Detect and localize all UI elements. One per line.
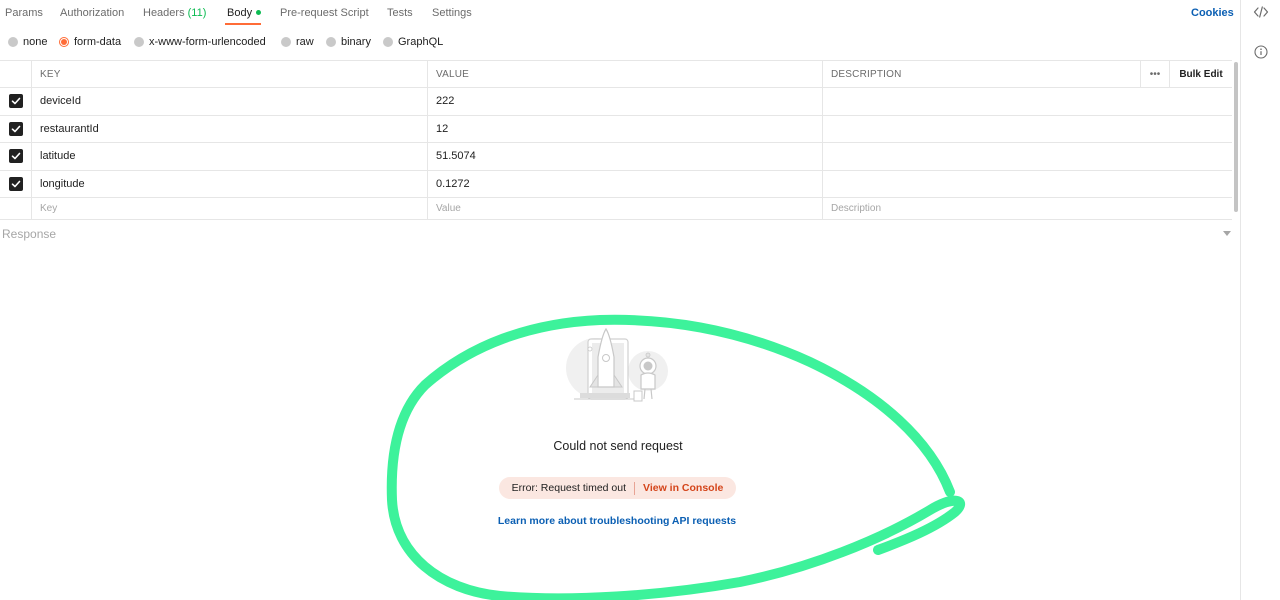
view-in-console-link[interactable]: View in Console [643, 482, 723, 494]
pill-divider [634, 481, 636, 495]
column-header-value: VALUE [428, 61, 823, 87]
radio-binary[interactable]: binary [326, 36, 371, 48]
check-icon [11, 97, 20, 105]
code-icon[interactable] [1253, 4, 1269, 20]
radio-none[interactable]: none [8, 36, 47, 48]
value-cell[interactable]: 12 [428, 115, 823, 142]
key-cell[interactable]: longitude [32, 170, 428, 197]
row-check-cell [0, 88, 32, 115]
learn-more-link[interactable]: Learn more about troubleshooting API req… [0, 515, 1234, 527]
key-cell[interactable]: restaurantId [32, 115, 428, 142]
column-header-key: KEY [32, 61, 428, 87]
form-data-table: KEY VALUE DESCRIPTION ••• Bulk Edit devi… [0, 60, 1232, 220]
modified-dot-icon [256, 9, 262, 15]
radio-icon [8, 37, 18, 47]
error-title: Could not send request [553, 439, 683, 453]
info-icon[interactable] [1253, 44, 1269, 60]
radio-form-data[interactable]: form-data [59, 36, 121, 48]
tab-tests[interactable]: Tests [387, 7, 413, 19]
radio-icon [383, 37, 393, 47]
tab-authorization[interactable]: Authorization [60, 7, 124, 19]
description-cell[interactable] [823, 88, 1232, 115]
rocket-astronaut-illustration [566, 327, 668, 402]
error-text: Error: Request timed out [511, 482, 627, 494]
response-header[interactable]: Response [0, 222, 1240, 246]
value-cell[interactable]: 222 [428, 88, 823, 115]
tab-headers-count: (11) [187, 7, 207, 19]
table-row: restaurantId 12 [0, 115, 1232, 143]
radio-urlencoded-label: x-www-form-urlencoded [149, 36, 266, 48]
check-icon [11, 180, 20, 188]
tab-params[interactable]: Params [5, 7, 43, 19]
new-row: Key Value Description [0, 198, 1232, 220]
value-placeholder[interactable]: Value [428, 198, 823, 219]
radio-icon [326, 37, 336, 47]
radio-none-label: none [23, 36, 48, 48]
radio-icon [134, 37, 144, 47]
cookies-link[interactable]: Cookies [1191, 7, 1234, 19]
error-message-pill: Error: Request timed out View in Console [499, 477, 736, 499]
description-cell[interactable] [823, 116, 1232, 143]
body-type-selector: none form-data x-www-form-urlencoded raw… [0, 36, 1240, 52]
check-icon [11, 152, 20, 160]
bulk-edit-button[interactable]: Bulk Edit [1170, 61, 1232, 87]
table-row: latitude 51.5074 [0, 143, 1232, 171]
radio-binary-label: binary [341, 36, 371, 48]
row-check-cell [0, 115, 32, 142]
check-icon [11, 125, 20, 133]
radio-graphql[interactable]: GraphQL [383, 36, 443, 48]
right-sidebar [1240, 0, 1280, 600]
tab-body[interactable]: Body [227, 7, 262, 19]
radio-graphql-label: GraphQL [398, 36, 444, 48]
value-cell[interactable]: 51.5074 [428, 143, 823, 170]
tab-headers[interactable]: Headers (11) [143, 7, 206, 19]
value-cell[interactable]: 0.1272 [428, 170, 823, 197]
key-cell[interactable]: latitude [32, 143, 428, 170]
row-check-cell [0, 198, 32, 219]
active-tab-indicator [225, 23, 261, 25]
header-check-cell [0, 61, 32, 87]
radio-raw[interactable]: raw [281, 36, 314, 48]
radio-icon [281, 37, 291, 47]
table-header-row: KEY VALUE DESCRIPTION ••• Bulk Edit [0, 61, 1232, 88]
tab-settings[interactable]: Settings [432, 7, 472, 19]
table-row: longitude 0.1272 [0, 170, 1232, 198]
radio-raw-label: raw [296, 36, 314, 48]
key-cell[interactable]: deviceId [32, 88, 428, 115]
tab-pre-request-script[interactable]: Pre-request Script [280, 7, 369, 19]
chevron-down-icon[interactable] [1223, 231, 1231, 236]
row-checkbox[interactable] [8, 149, 23, 164]
row-checkbox[interactable] [8, 94, 23, 109]
table-scrollbar[interactable] [1234, 62, 1238, 212]
key-placeholder[interactable]: Key [32, 198, 428, 219]
row-check-cell [0, 143, 32, 170]
description-cell[interactable] [823, 171, 1232, 198]
radio-form-data-label: form-data [74, 36, 122, 48]
tab-body-label: Body [227, 7, 253, 19]
description-cell[interactable] [823, 143, 1232, 170]
row-checkbox[interactable] [8, 176, 23, 191]
more-options-button[interactable]: ••• [1140, 61, 1170, 87]
description-placeholder[interactable]: Description [823, 198, 1232, 219]
tab-headers-label: Headers [143, 7, 185, 19]
response-label: Response [2, 227, 57, 241]
request-tabs: Params Authorization Headers (11) Body P… [0, 0, 1240, 27]
radio-x-www-form-urlencoded[interactable]: x-www-form-urlencoded [134, 36, 266, 48]
table-row: deviceId 222 [0, 88, 1232, 116]
row-checkbox[interactable] [8, 121, 23, 136]
row-check-cell [0, 170, 32, 197]
radio-selected-icon [59, 37, 69, 47]
